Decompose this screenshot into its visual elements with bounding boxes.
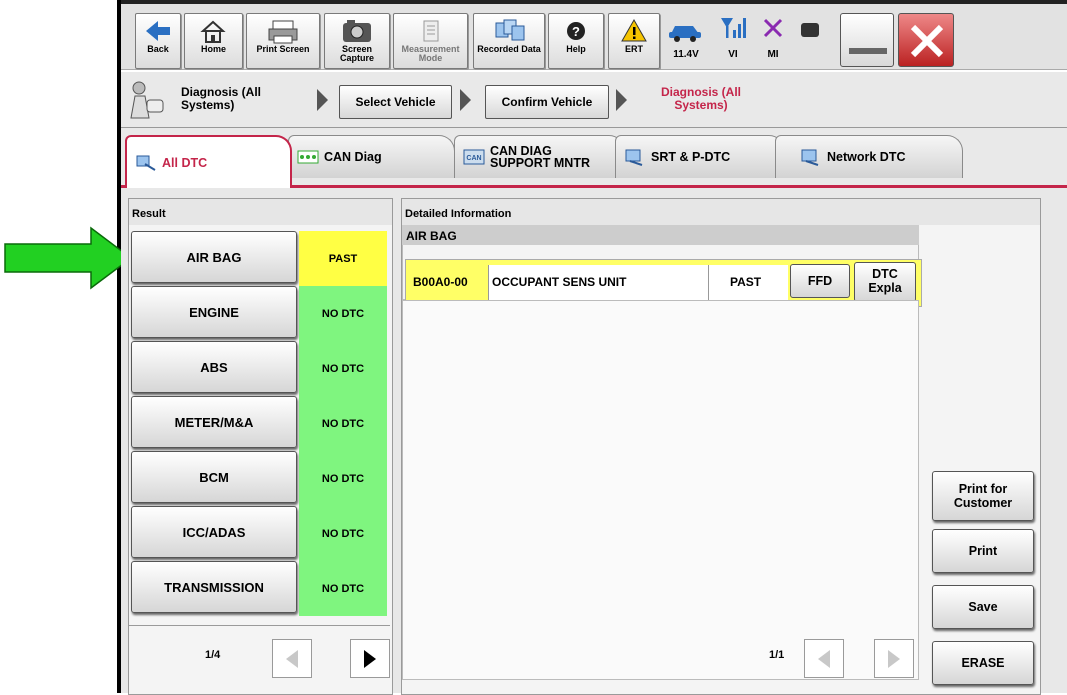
tab-can-diag-support-mntr[interactable]: CAN CAN DIAG SUPPORT MNTR: [454, 135, 625, 178]
measurement-icon: [423, 20, 439, 42]
result-header: Result: [129, 199, 392, 225]
save-button[interactable]: Save: [932, 585, 1034, 629]
current-step-label: Diagnosis (All Systems): [660, 85, 741, 113]
breadcrumb-arrow-icon: [616, 89, 627, 111]
pointer-arrow-icon: [4, 226, 133, 290]
confirm-vehicle-button[interactable]: Confirm Vehicle: [485, 85, 609, 119]
system-button-transmission[interactable]: TRANSMISSION: [131, 561, 297, 613]
current-system-label: Diagnosis (All Systems): [181, 85, 262, 113]
tab-network-dtc[interactable]: Network DTC: [775, 135, 963, 178]
svg-text:?: ?: [572, 24, 580, 39]
all-dtc-icon: [136, 155, 156, 171]
select-vehicle-button[interactable]: Select Vehicle: [339, 85, 452, 119]
chevron-right-icon: [888, 649, 900, 668]
detail-header: Detailed Information: [402, 199, 1040, 225]
tab-srt-p-dtc[interactable]: SRT & P-DTC: [615, 135, 785, 178]
printer-icon: [268, 20, 298, 44]
measurement-mode-button[interactable]: Measurement Mode: [393, 13, 468, 69]
status-indicator-icon: [801, 23, 819, 37]
camera-icon: [343, 20, 371, 42]
mi-status: MI: [767, 49, 779, 60]
close-icon: [910, 24, 944, 58]
result-prev-page-button[interactable]: [272, 639, 312, 678]
back-button[interactable]: Back: [135, 13, 181, 69]
detail-list-area: [402, 300, 919, 680]
system-button-meter[interactable]: METER/M&A: [131, 396, 297, 448]
system-button-bcm[interactable]: BCM: [131, 451, 297, 503]
status-badge: NO DTC: [299, 341, 387, 396]
dtc-status: PAST: [730, 275, 762, 289]
signal-icon: [721, 18, 746, 38]
minimize-icon: [849, 48, 887, 54]
status-badge: PAST: [299, 231, 387, 286]
status-badge: NO DTC: [299, 286, 387, 341]
network-dtc-icon: [801, 149, 819, 166]
recorded-data-icon: [495, 19, 525, 41]
status-badge: NO DTC: [299, 396, 387, 451]
detail-system-title: AIR BAG: [402, 225, 919, 245]
print-button[interactable]: Print: [932, 529, 1034, 573]
minimize-button[interactable]: [840, 13, 894, 67]
result-panel: Result AIR BAG PAST ENGINE NO DTC ABS NO…: [128, 198, 393, 695]
system-button-icc-adas[interactable]: ICC/ADAS: [131, 506, 297, 558]
battery-voltage: 11.4V: [673, 49, 699, 60]
close-button[interactable]: [898, 13, 954, 67]
srt-icon: [625, 149, 643, 166]
help-icon: ?: [567, 22, 585, 40]
toolbar: Back Home Print Screen Screen Capture Me…: [121, 4, 1067, 70]
print-for-customer-button[interactable]: Print for Customer: [932, 471, 1034, 521]
detail-next-page-button[interactable]: [874, 639, 914, 678]
can-support-icon: CAN: [463, 149, 485, 165]
can-diag-icon: [297, 150, 319, 164]
chevron-left-icon: [286, 649, 298, 668]
detail-page-indicator: 1/1: [769, 649, 785, 661]
home-button[interactable]: Home: [184, 13, 243, 69]
result-next-page-button[interactable]: [350, 639, 390, 678]
screen-capture-button[interactable]: Screen Capture: [324, 13, 390, 69]
system-button-abs[interactable]: ABS: [131, 341, 297, 393]
system-button-air-bag[interactable]: AIR BAG: [131, 231, 297, 283]
home-icon: [200, 20, 226, 43]
chevron-left-icon: [818, 649, 830, 668]
dtc-explanation-button[interactable]: DTC Expla: [854, 262, 916, 302]
vi-status: VI: [728, 49, 738, 60]
tab-all-dtc[interactable]: All DTC: [125, 135, 292, 188]
divider: [129, 625, 390, 626]
status-badge: NO DTC: [299, 561, 387, 616]
content-area: Result AIR BAG PAST ENGINE NO DTC ABS NO…: [121, 188, 1067, 695]
tab-can-diag[interactable]: CAN Diag: [288, 135, 455, 178]
help-button[interactable]: ? Help: [548, 13, 604, 69]
system-button-engine[interactable]: ENGINE: [131, 286, 297, 338]
erase-button[interactable]: ERASE: [932, 641, 1034, 685]
back-arrow-icon: [146, 21, 170, 41]
warning-icon: [621, 18, 647, 42]
dtc-code: B00A0-00: [413, 275, 468, 289]
mi-x-icon: [763, 18, 783, 38]
tab-bar: All DTC CAN Diag CAN CAN DIAG SUPPORT MN…: [121, 128, 1067, 188]
ffd-button[interactable]: FFD: [790, 264, 850, 298]
status-badge: NO DTC: [299, 506, 387, 561]
print-screen-button[interactable]: Print Screen: [246, 13, 320, 69]
status-badge: NO DTC: [299, 451, 387, 506]
technician-icon: [130, 81, 164, 119]
ert-button[interactable]: ERT: [608, 13, 660, 69]
svg-text:CAN: CAN: [466, 155, 481, 162]
car-battery-icon: [669, 26, 701, 42]
breadcrumb: Diagnosis (All Systems) Select Vehicle C…: [121, 72, 1067, 128]
recorded-data-button[interactable]: Recorded Data: [473, 13, 545, 69]
breadcrumb-arrow-icon: [460, 89, 471, 111]
detail-prev-page-button[interactable]: [804, 639, 844, 678]
chevron-right-icon: [364, 649, 376, 668]
breadcrumb-arrow-icon: [317, 89, 328, 111]
result-page-indicator: 1/4: [205, 649, 221, 661]
dtc-description: OCCUPANT SENS UNIT: [492, 275, 627, 289]
